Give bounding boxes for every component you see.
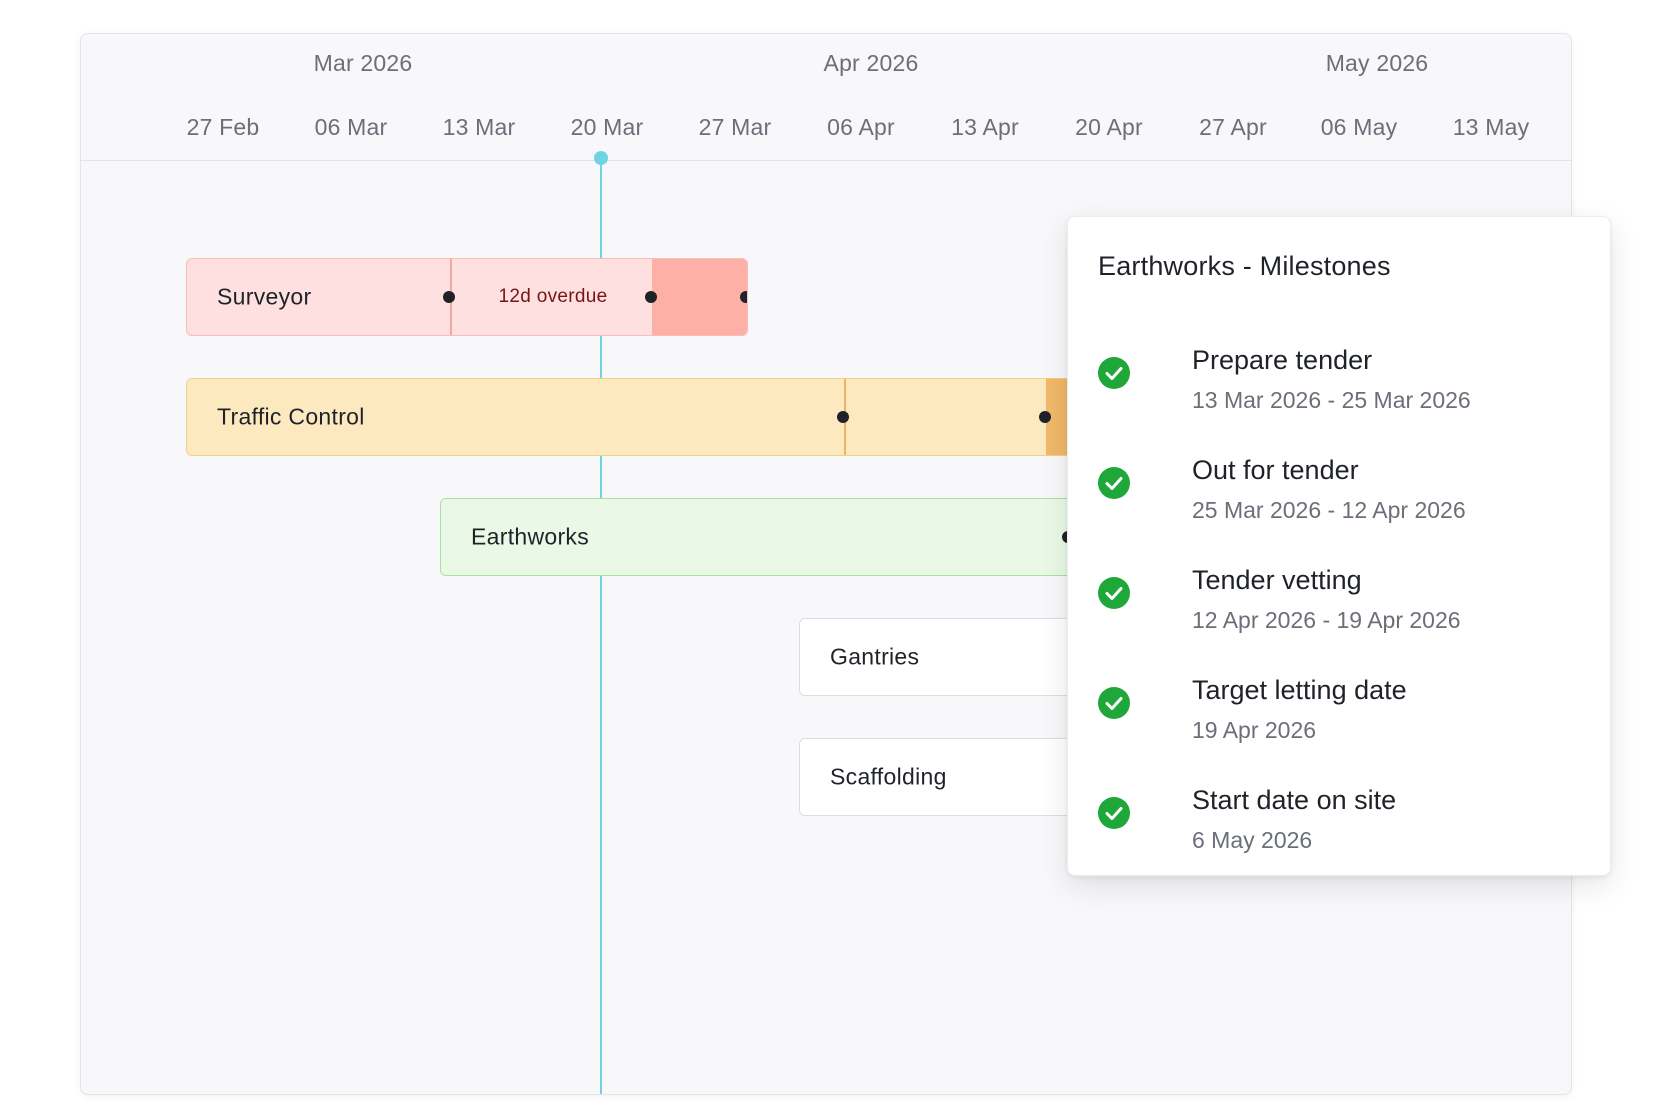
milestone-dot[interactable] <box>443 291 455 303</box>
milestone-dot[interactable] <box>740 291 747 303</box>
milestone-name: Target letting date <box>1192 675 1407 705</box>
milestone-dates: 6 May 2026 <box>1192 827 1313 853</box>
gantt-bar-traffic-control[interactable]: Traffic Control <box>186 378 1186 456</box>
milestone-name: Start date on site <box>1192 785 1397 815</box>
week-label: 27 Apr <box>1199 114 1267 140</box>
milestone-name: Prepare tender <box>1192 345 1373 375</box>
bar-label: Surveyor <box>217 283 312 310</box>
week-label: 13 Mar <box>442 114 516 140</box>
week-label: 27 Feb <box>186 114 260 140</box>
check-circle-icon <box>1098 577 1130 609</box>
milestone-dot[interactable] <box>1039 411 1051 423</box>
week-label: 06 May <box>1320 114 1398 140</box>
month-label: Apr 2026 <box>823 50 919 76</box>
milestone-item: Out for tender 25 Mar 2026 - 12 Apr 2026 <box>1098 455 1578 535</box>
overdue-badge: 12d overdue <box>498 286 608 307</box>
check-circle-icon <box>1098 687 1130 719</box>
popover-title: Earthworks - Milestones <box>1098 251 1391 281</box>
milestone-item: Prepare tender 13 Mar 2026 - 25 Mar 2026 <box>1098 345 1578 425</box>
timeline-header: Mar 2026 Apr 2026 May 2026 27 Feb 06 Mar… <box>81 34 1571 161</box>
milestone-dates: 13 Mar 2026 - 25 Mar 2026 <box>1192 387 1471 413</box>
milestone-item: Target letting date 19 Apr 2026 <box>1098 675 1578 755</box>
week-label: 06 Mar <box>314 114 388 140</box>
week-label: 13 Apr <box>951 114 1019 140</box>
month-label: May 2026 <box>1325 50 1429 76</box>
bar-label: Scaffolding <box>830 763 947 790</box>
bar-label: Gantries <box>830 643 920 670</box>
check-circle-icon <box>1098 357 1130 389</box>
check-circle-icon <box>1098 467 1130 499</box>
week-label: 27 Mar <box>698 114 772 140</box>
milestone-dates: 19 Apr 2026 <box>1192 717 1317 743</box>
check-circle-icon <box>1098 797 1130 829</box>
milestone-dates: 12 Apr 2026 - 19 Apr 2026 <box>1192 607 1461 633</box>
milestone-item: Start date on site 6 May 2026 <box>1098 785 1578 865</box>
month-label: Mar 2026 <box>313 50 413 76</box>
milestone-dot[interactable] <box>645 291 657 303</box>
milestone-dates: 25 Mar 2026 - 12 Apr 2026 <box>1192 497 1466 523</box>
today-marker-dot <box>594 151 608 165</box>
milestone-name: Out for tender <box>1192 455 1359 485</box>
gantt-bar-surveyor[interactable]: Surveyor 12d overdue <box>186 258 748 336</box>
week-label: 06 Apr <box>827 114 895 140</box>
week-label: 20 Apr <box>1075 114 1143 140</box>
milestone-dot[interactable] <box>837 411 849 423</box>
week-label: 13 May <box>1452 114 1530 140</box>
bar-label: Earthworks <box>471 523 590 550</box>
milestones-popover: Earthworks - Milestones Prepare tender 1… <box>1067 216 1611 876</box>
overdue-segment <box>652 259 747 335</box>
milestone-name: Tender vetting <box>1192 565 1362 595</box>
week-label: 20 Mar <box>570 114 644 140</box>
milestone-item: Tender vetting 12 Apr 2026 - 19 Apr 2026 <box>1098 565 1578 645</box>
bar-label: Traffic Control <box>217 403 365 430</box>
